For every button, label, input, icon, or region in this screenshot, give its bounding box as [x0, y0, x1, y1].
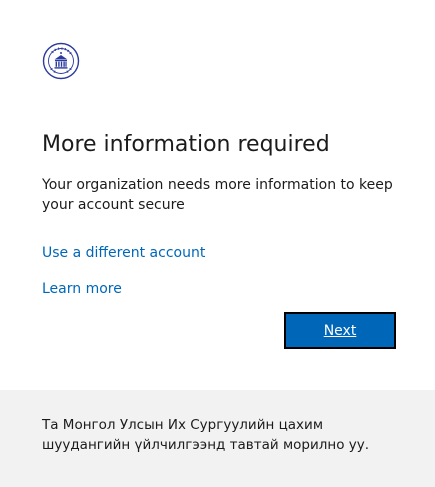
university-seal-icon: [42, 42, 80, 80]
use-different-account-link[interactable]: Use a different account: [42, 243, 205, 263]
sign-in-card: More information required Your organizat…: [0, 0, 435, 390]
page-title: More information required: [42, 132, 330, 157]
footer-welcome-text: Та Монгол Улсын Их Сургуулийн цахим шууд…: [42, 417, 370, 453]
footer-banner: Та Монгол Улсын Их Сургуулийн цахим шууд…: [0, 390, 435, 487]
learn-more-link[interactable]: Learn more: [42, 279, 122, 299]
next-button[interactable]: Next: [284, 312, 396, 349]
page-description: Your organization needs more information…: [42, 177, 393, 213]
sign-in-page: More information required Your organizat…: [0, 0, 435, 487]
